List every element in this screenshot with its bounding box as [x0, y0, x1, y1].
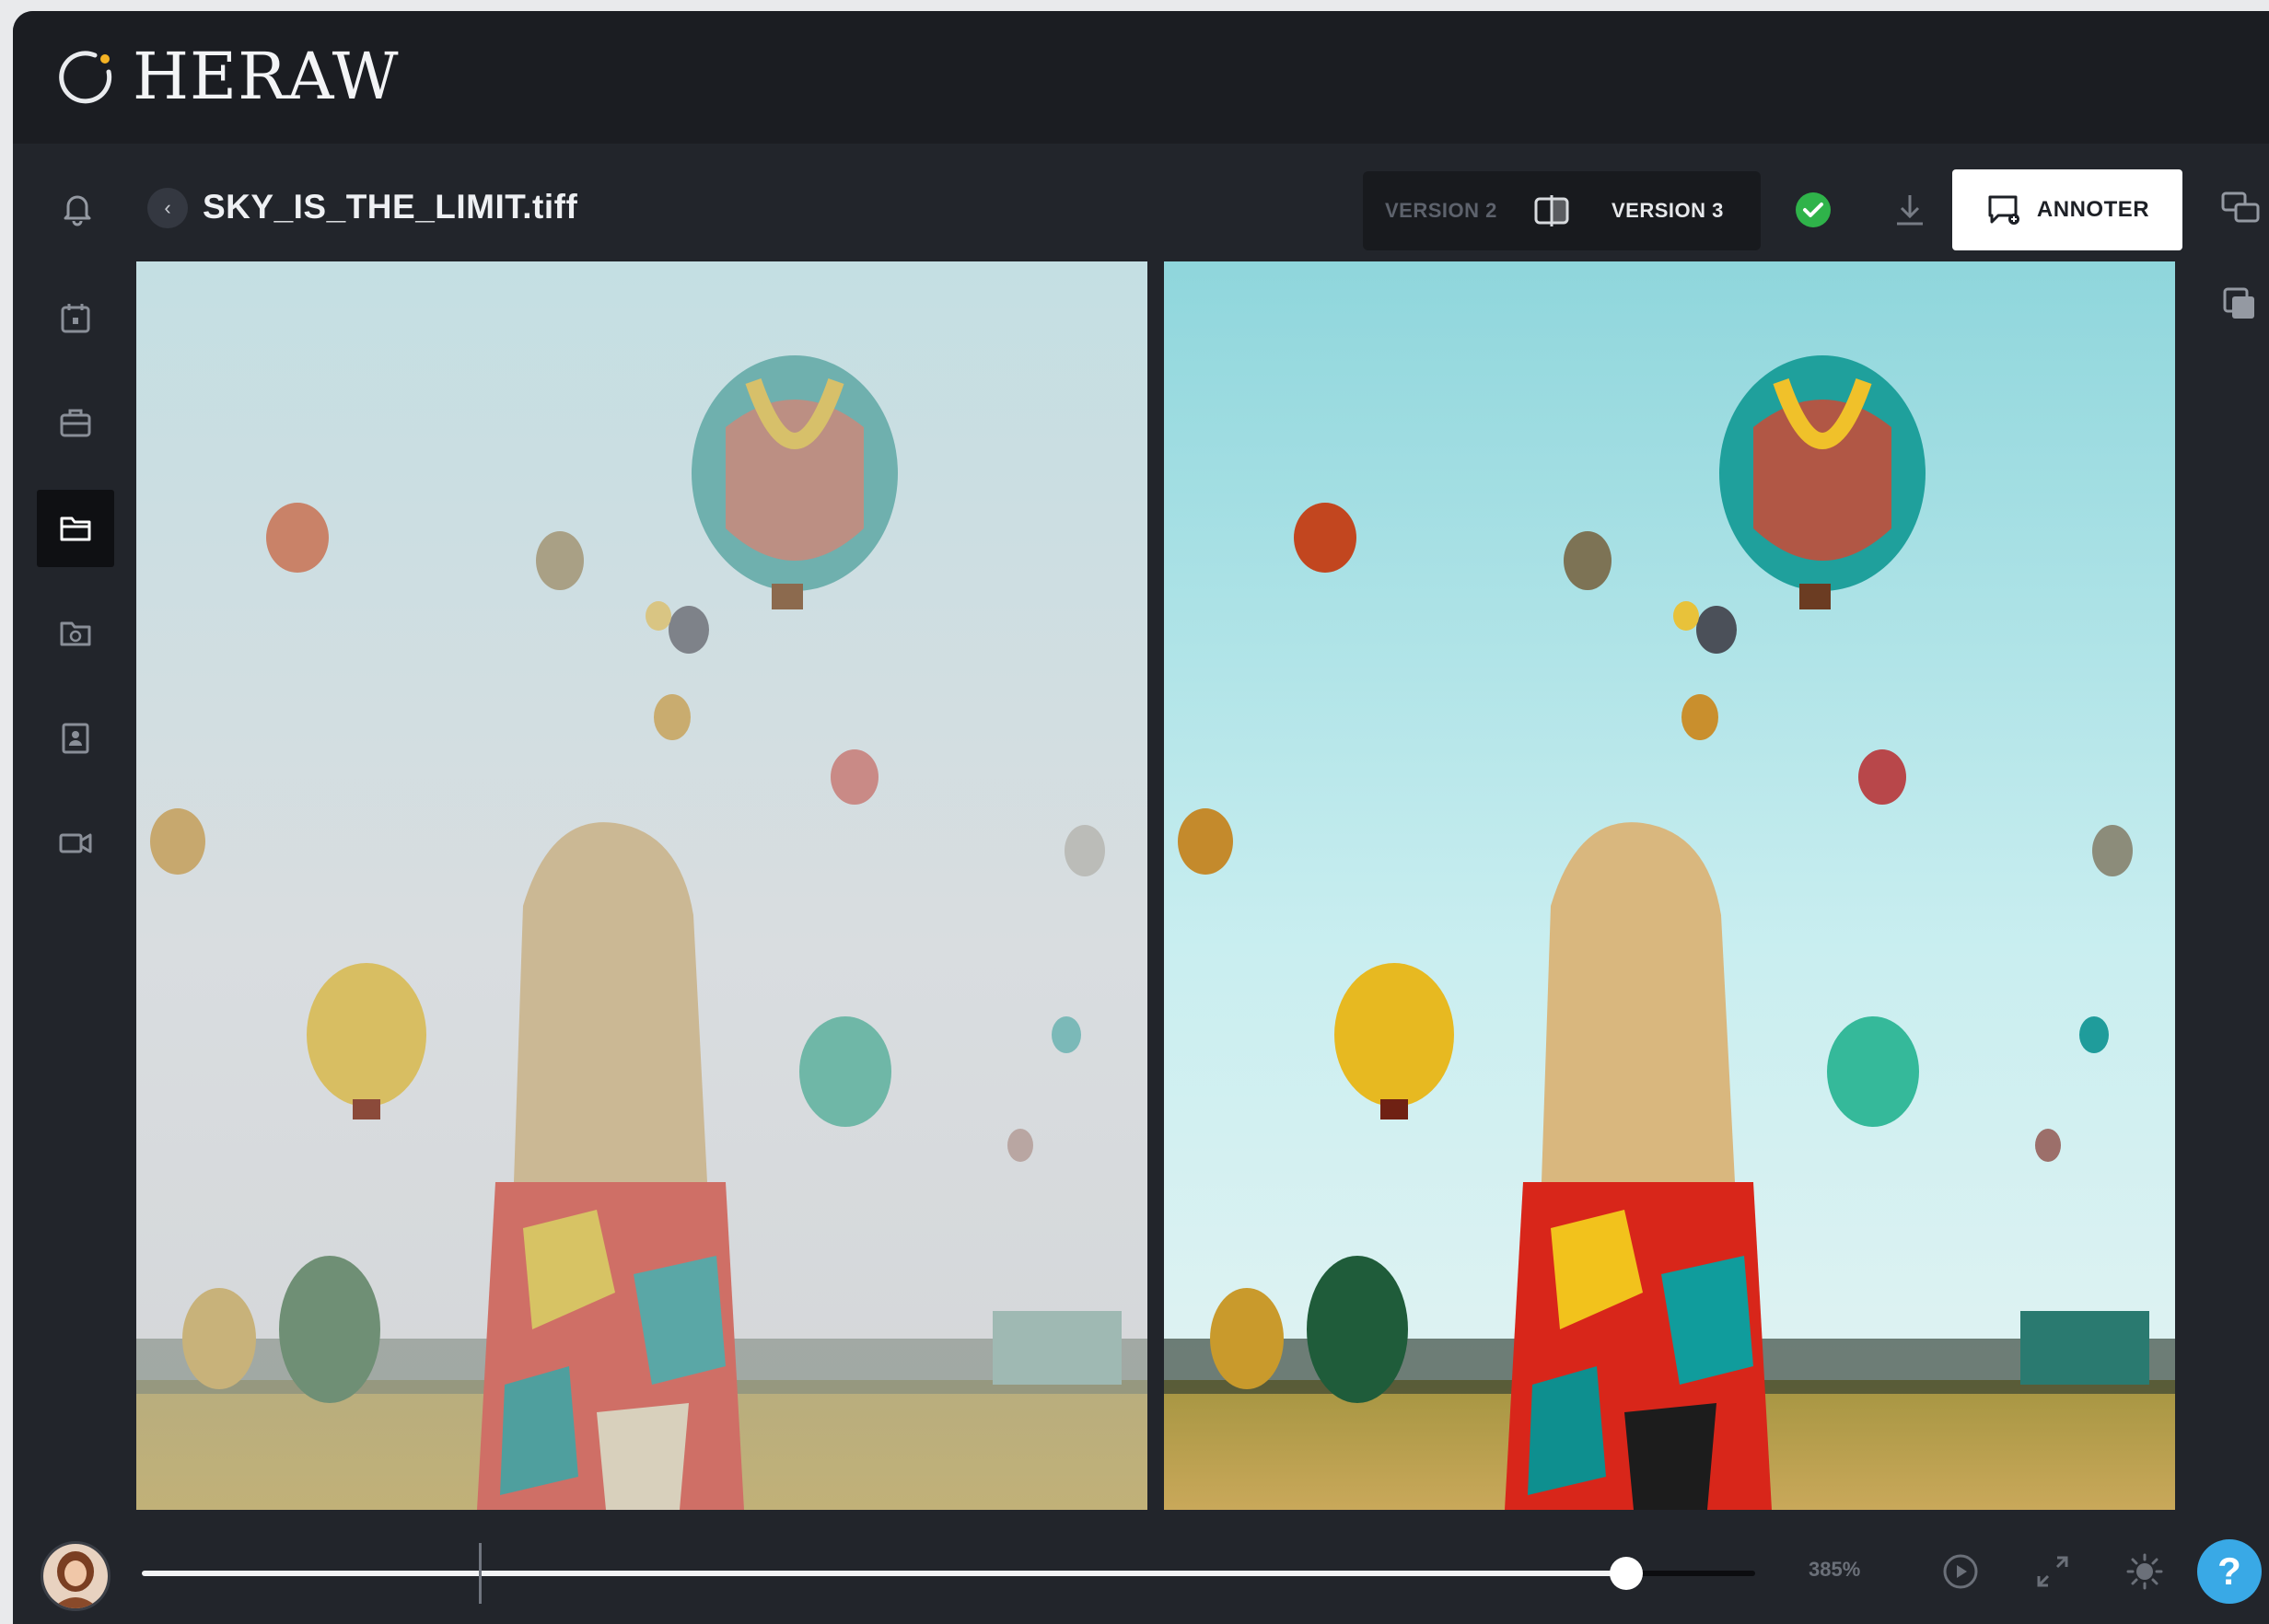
- video-camera-icon: [59, 833, 92, 853]
- hot-air-balloons-faded-image: [136, 261, 1147, 1510]
- play-circle-icon[interactable]: [1939, 1550, 1982, 1593]
- hot-air-balloons-vivid-image: [1164, 261, 2175, 1510]
- sidebar-item-files[interactable]: [37, 490, 114, 567]
- user-avatar[interactable]: [41, 1541, 111, 1611]
- settings-sun-icon[interactable]: [2124, 1550, 2166, 1593]
- annotate-label: ANNOTER: [2036, 197, 2150, 222]
- timeline-progress: [142, 1571, 1626, 1576]
- fullscreen-icon[interactable]: [2031, 1550, 2074, 1593]
- contact-book-icon: [62, 723, 89, 754]
- help-label: ?: [2217, 1549, 2241, 1593]
- title-bar: HERAW: [13, 11, 2269, 144]
- app-name: HERAW: [133, 39, 400, 114]
- app-window: HERAW ‹ SKY_IS_THE_LIMIT.tiff VERSION 2 …: [13, 11, 2269, 1624]
- chevron-left-icon: ‹: [164, 196, 171, 219]
- file-toolbar: ‹ SKY_IS_THE_LIMIT.tiff VERSION 2 VERSIO…: [13, 144, 2269, 273]
- bell-icon[interactable]: [55, 186, 99, 230]
- left-sidebar: [13, 273, 138, 1497]
- avatar-image: [43, 1544, 108, 1608]
- back-button[interactable]: ‹: [147, 188, 188, 228]
- annotate-comment-icon: [1988, 195, 2019, 225]
- timeline-handle[interactable]: [1609, 1557, 1643, 1590]
- folder-clock-icon: [60, 621, 91, 646]
- download-icon[interactable]: [1890, 190, 1930, 230]
- file-name: SKY_IS_THE_LIMIT.tiff: [203, 188, 578, 226]
- sidebar-item-projects[interactable]: [37, 385, 114, 462]
- check-circle-icon[interactable]: [1795, 191, 1832, 228]
- image-viewer-version-2[interactable]: [136, 261, 1147, 1510]
- help-button[interactable]: ?: [2197, 1539, 2262, 1604]
- sidebar-item-calendar[interactable]: [37, 280, 114, 357]
- sidebar-item-video[interactable]: [37, 805, 114, 882]
- briefcase-icon: [60, 409, 91, 437]
- timeline-marker[interactable]: [479, 1543, 482, 1604]
- zoom-level[interactable]: 385%: [1809, 1558, 1860, 1582]
- heraw-logo-icon: [59, 51, 112, 104]
- calendar-icon: [61, 304, 90, 333]
- timeline-slider[interactable]: [142, 1543, 1755, 1604]
- version-left-button[interactable]: VERSION 2: [1385, 199, 1497, 223]
- app-logo[interactable]: HERAW: [50, 39, 400, 114]
- annotate-button[interactable]: ANNOTER: [1952, 169, 2182, 250]
- bottom-bar: 385% ?: [13, 1510, 2269, 1624]
- version-right-button[interactable]: VERSION 3: [1612, 199, 1724, 223]
- version-compare-switch: VERSION 2 VERSION 3: [1363, 171, 1761, 250]
- split-compare-icon[interactable]: [1532, 191, 1571, 230]
- chat-bubbles-icon[interactable]: [2219, 188, 2262, 230]
- copy-layers-icon[interactable]: [2219, 284, 2262, 326]
- sidebar-item-recent[interactable]: [37, 595, 114, 672]
- folder-icon: [60, 516, 91, 541]
- sidebar-item-contacts[interactable]: [37, 700, 114, 777]
- image-viewer-version-3[interactable]: [1164, 261, 2175, 1510]
